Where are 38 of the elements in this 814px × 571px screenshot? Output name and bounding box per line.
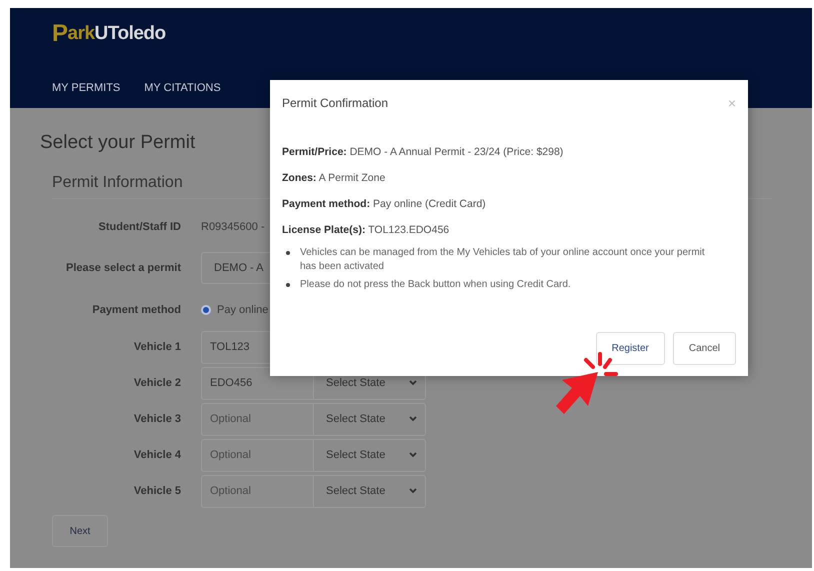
field-label: Vehicle 5 (132, 485, 181, 497)
nav-link[interactable]: MY CITATIONS (144, 82, 221, 94)
detail-text: License Plate(s): TOL123.EDO456 (282, 224, 450, 236)
nav-link[interactable]: MY PERMITS (52, 82, 120, 94)
plate-input[interactable]: Optional (201, 402, 314, 436)
note-text: Vehicles can be managed from the My Vehicles tab of your online account once your permit has been activated (300, 246, 706, 274)
field-label: Student/Staff ID (98, 221, 181, 233)
field-label: Vehicle 4 (132, 449, 181, 461)
detail-text: Payment method: Pay online (Credit Card) (282, 198, 487, 210)
plate-input[interactable]: Optional (201, 438, 314, 472)
chevron-icon (409, 488, 417, 494)
cancel-button[interactable]: Cancel (672, 332, 736, 365)
chevron-icon (409, 380, 417, 386)
register-button[interactable]: Register (596, 332, 665, 365)
next-button[interactable]: Next (52, 515, 108, 547)
field-label: Please select a permit (65, 262, 181, 274)
note-text: Please do not press the Back button when using Credit Card. (300, 278, 571, 292)
field-label: Vehicle 2 (132, 377, 181, 389)
bullet-icon (286, 283, 290, 287)
page-title: Select your Permit (40, 132, 196, 154)
field-value: R09345600 - (201, 221, 265, 233)
state-select[interactable]: Select State (314, 438, 426, 472)
state-select[interactable]: Select State (314, 474, 426, 508)
dialog-title: Permit Confirmation (282, 96, 388, 110)
close-button[interactable]: × (728, 96, 736, 110)
field-label: Vehicle 1 (132, 341, 181, 353)
field-label: Payment method (91, 304, 181, 316)
bullet-icon (286, 251, 290, 255)
state-select[interactable]: Select State (314, 402, 426, 436)
radio-label: Pay online (217, 304, 268, 316)
detail-text: Zones: A Permit Zone (282, 172, 386, 184)
field-label: Vehicle 3 (132, 413, 181, 425)
chevron-icon (409, 416, 417, 422)
chevron-icon (409, 452, 417, 458)
radio-button[interactable] (201, 305, 211, 315)
logo: ParkUToledo (52, 20, 166, 48)
plate-input[interactable]: Optional (201, 474, 314, 508)
detail-text: Permit/Price: DEMO - A Annual Permit - 23/24 (Price: $298) (282, 146, 564, 158)
